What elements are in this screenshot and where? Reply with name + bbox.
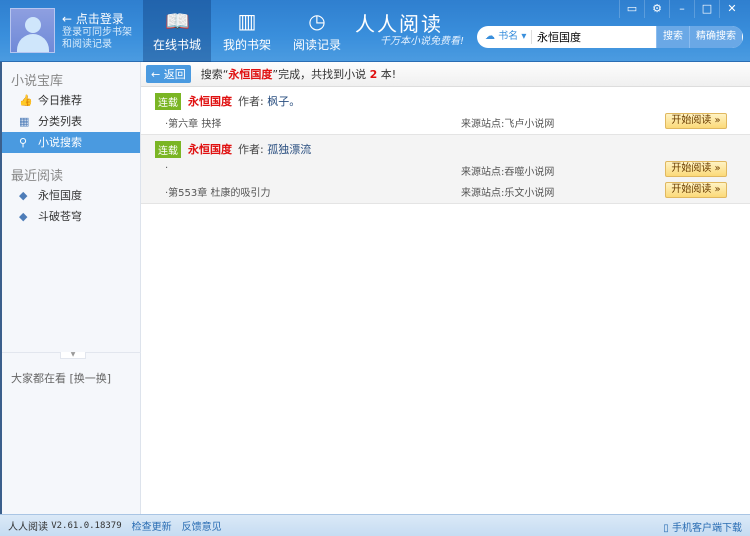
source-site: 来源站点:飞卢小说网	[461, 119, 555, 130]
maximize-icon[interactable]: □	[694, 0, 719, 18]
start-reading-button[interactable]: 开始阅读 »	[665, 182, 727, 198]
item-label: 斗破苍穹	[38, 210, 82, 223]
thumbs-up-icon: 👍	[19, 94, 33, 107]
result-item: 连载 永恒国度 作者: 枫子。 ·第六章 抉择 来源站点:飞卢小说网 开始阅读 »	[141, 87, 750, 135]
author-label: 作者:	[238, 95, 264, 108]
search-bar: ☁ 书名 ▾ 搜索 精确搜索	[477, 26, 743, 48]
search-summary: 搜索“永恒国度”完成，共找到小说 2 本!	[200, 68, 397, 81]
login-area[interactable]: ← 点击登录 登录可同步书架 和阅读记录	[62, 10, 132, 51]
hot-label: 大家都在看	[11, 372, 66, 385]
header: ← 点击登录 登录可同步书架 和阅读记录 📖 在线书城 ▥ 我的书架 ◷ 阅读记录 人…	[0, 0, 750, 62]
sidebar-item-recommend[interactable]: 👍 今日推荐	[2, 90, 140, 111]
item-label: 小说搜索	[38, 136, 82, 149]
check-update-link[interactable]: 检查更新	[132, 518, 172, 533]
author-label: 作者:	[238, 143, 264, 156]
item-label: 今日推荐	[38, 94, 82, 107]
bookshelf-icon: ▥	[237, 9, 257, 33]
back-label: 返回	[163, 68, 186, 81]
source-site: 来源站点:乐文小说网	[461, 188, 555, 199]
source-site: 来源站点:吞噬小说网	[461, 167, 555, 178]
mobile-download-link[interactable]: ▯ 手机客户端下载	[663, 519, 742, 534]
feedback-icon[interactable]: ▭	[619, 0, 644, 18]
status-badge: 连载	[155, 140, 181, 158]
results-toolbar: ← 返回 搜索“永恒国度”完成，共找到小说 2 本!	[141, 62, 750, 87]
app-name: 人人阅读	[8, 522, 48, 533]
exact-search-button[interactable]: 精确搜索	[689, 26, 742, 48]
phone-icon: ▯	[663, 523, 669, 534]
result-item: 连载 永恒国度 作者: 孤独漂流 · 来源站点:吞噬小说网 开始阅读 » ·第553章 …	[141, 135, 750, 204]
search-button[interactable]: 搜索	[656, 26, 689, 48]
grid-icon: ▦	[19, 115, 30, 128]
slogan: 千万本小说免费看!	[380, 36, 465, 47]
recent-book[interactable]: ◆ 斗破苍穹	[2, 206, 140, 227]
minimize-icon[interactable]: –	[669, 0, 694, 18]
start-reading-button[interactable]: 开始阅读 »	[665, 161, 727, 177]
search-input[interactable]	[532, 30, 656, 44]
source-row: ·第六章 抉择 来源站点:飞卢小说网 开始阅读 »	[141, 111, 750, 132]
chapter: ·第553章 杜康的吸引力	[165, 188, 271, 199]
version: V2.61.0.18379	[51, 520, 122, 531]
sidebar: 小说宝库 👍 今日推荐 ▦ 分类列表 ⚲ 小说搜索 最近阅读 ◆ 永恒国度 ◆ 斗破苍穹 …	[0, 62, 141, 514]
sidebar-item-search[interactable]: ⚲ 小说搜索	[2, 132, 140, 153]
chapter: ·第六章 抉择	[165, 119, 222, 130]
section-library: 小说宝库	[11, 74, 64, 89]
refresh-link[interactable]: [换一换]	[70, 372, 112, 385]
feedback-link[interactable]: 反馈意见	[182, 518, 222, 533]
tab-reading-history[interactable]: ◷ 阅读记录	[283, 0, 351, 62]
gear-icon[interactable]: ⚙	[644, 0, 669, 18]
back-button[interactable]: ← 返回	[146, 65, 191, 83]
search-icon: ⚲	[19, 136, 28, 149]
main-content: ← 返回 搜索“永恒国度”完成，共找到小说 2 本! 连载 永恒国度 作者: 枫子。…	[141, 62, 750, 514]
open-book-icon: 📖	[165, 9, 190, 33]
chapter: ·	[165, 163, 169, 174]
mobile-label: 手机客户端下载	[672, 523, 742, 534]
book-icon: ◆	[19, 189, 28, 202]
status-badge: 连载	[155, 92, 181, 110]
book-title[interactable]: 永恒国度	[188, 93, 232, 109]
collapse-toggle[interactable]: ▼	[60, 352, 86, 359]
login-link[interactable]: 点击登录	[76, 12, 124, 26]
clock-icon: ◷	[308, 9, 326, 33]
tab-label: 在线书城	[152, 38, 201, 52]
author-name[interactable]: 孤独漂流	[267, 143, 311, 156]
source-row: · 来源站点:吞噬小说网 开始阅读 »	[141, 159, 750, 180]
search-category-select[interactable]: ☁ 书名 ▾	[477, 30, 532, 44]
source-row: ·第553章 杜康的吸引力 来源站点:乐文小说网 开始阅读 »	[141, 180, 750, 201]
tab-online-store[interactable]: 📖 在线书城	[143, 0, 211, 62]
tab-my-bookshelf[interactable]: ▥ 我的书架	[213, 0, 281, 62]
recent-book[interactable]: ◆ 永恒国度	[2, 185, 140, 206]
start-reading-button[interactable]: 开始阅读 »	[665, 113, 727, 129]
hot-section: 大家都在看 [换一换]	[11, 370, 111, 386]
item-label: 永恒国度	[38, 189, 82, 202]
book-icon: ◆	[19, 210, 28, 223]
avatar[interactable]	[10, 8, 55, 53]
login-hint: 和阅读记录	[62, 39, 112, 50]
item-label: 分类列表	[38, 115, 82, 128]
tab-label: 阅读记录	[292, 38, 341, 52]
sidebar-item-categories[interactable]: ▦ 分类列表	[2, 111, 140, 132]
book-title[interactable]: 永恒国度	[188, 141, 232, 157]
category-label: 书名	[498, 31, 519, 42]
close-icon[interactable]: ✕	[719, 0, 744, 18]
tab-label: 我的书架	[222, 38, 271, 52]
section-recent: 最近阅读	[11, 169, 64, 184]
status-bar: 人人阅读 V2.61.0.18379 检查更新 反馈意见 ▯ 手机客户端下载	[0, 514, 750, 536]
author-name[interactable]: 枫子。	[267, 95, 300, 108]
login-hint: 登录可同步书架	[62, 27, 132, 38]
